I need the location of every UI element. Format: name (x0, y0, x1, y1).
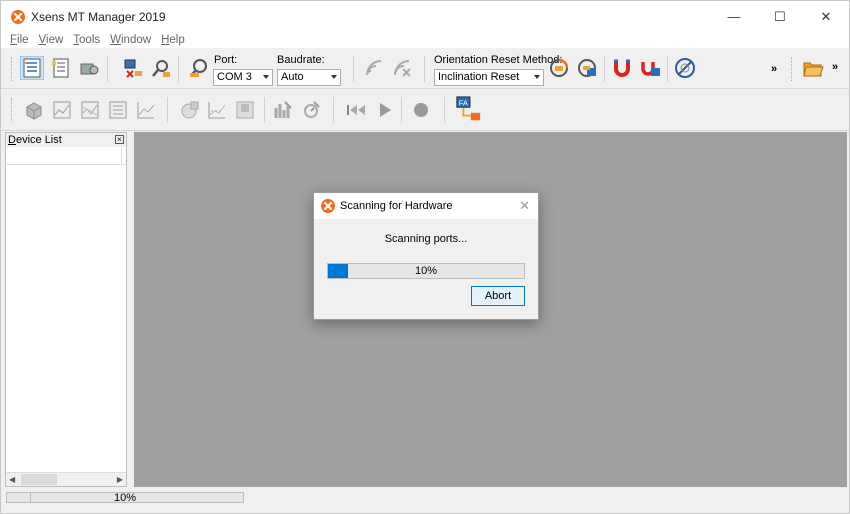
device-list-toggle-icon[interactable] (20, 56, 44, 80)
xsens-logo-icon (321, 199, 335, 213)
horizontal-scrollbar[interactable]: ◀ ▶ (6, 472, 126, 486)
baudrate-label: Baudrate: (277, 54, 325, 66)
chevron-down-icon (263, 75, 269, 79)
bar-chart-export-icon[interactable] (271, 98, 295, 122)
status-progress-text: 10% (113, 492, 137, 504)
open-file-icon[interactable] (801, 56, 825, 80)
menu-bar: File View Tools Window Help (1, 32, 849, 48)
port-label: Port: (214, 54, 238, 66)
toolbar-grip (11, 57, 14, 81)
scanning-dialog: Scanning for Hardware ✕ Scanning ports..… (313, 192, 539, 320)
close-button[interactable]: ✕ (803, 1, 849, 32)
device-list-panel: Device List × ◀ ▶ (5, 132, 127, 487)
line-graph-icon[interactable] (134, 98, 158, 122)
xsens-logo-icon (11, 9, 25, 24)
reset-orientation-icon[interactable] (547, 56, 571, 80)
title-bar: Xsens MT Manager 2019 — ☐ ✕ (1, 1, 849, 32)
disconnect-device-icon[interactable] (121, 56, 145, 80)
dialog-title-bar: Scanning for Hardware ✕ (314, 193, 538, 219)
properties-icon[interactable] (49, 56, 73, 80)
menu-tools[interactable]: Tools (73, 34, 100, 46)
menu-file[interactable]: File (10, 34, 29, 46)
gnss-view-icon[interactable] (177, 98, 201, 122)
status-data-icon[interactable] (106, 98, 130, 122)
minimize-button[interactable]: — (711, 1, 757, 32)
window-title: Xsens MT Manager 2019 (31, 9, 166, 24)
orientation-reset-label: Orientation Reset Method: (434, 54, 563, 66)
scroll-right-icon[interactable]: ▶ (117, 475, 123, 484)
magnetic-field-mapping-icon[interactable] (638, 56, 662, 80)
dialog-title: Scanning for Hardware (340, 200, 453, 212)
main-window: Xsens MT Manager 2019 — ☐ ✕ File View To… (0, 0, 850, 514)
view-toolbar: FA (1, 90, 849, 131)
wireless-disconnect-icon[interactable] (390, 56, 414, 80)
scroll-left-icon[interactable]: ◀ (9, 475, 15, 484)
orientation-graph-icon[interactable] (50, 98, 74, 122)
3d-view-icon[interactable] (22, 98, 46, 122)
toolbar-overflow-icon[interactable]: » (832, 61, 838, 73)
magnetic-field-icon[interactable] (610, 56, 634, 80)
status-progress-bar: 10% (6, 492, 244, 504)
settings-export-icon[interactable] (299, 98, 323, 122)
toolbar-overflow-icon[interactable]: » (771, 63, 777, 75)
orientation-reset-select[interactable]: Inclination Reset (434, 69, 544, 86)
scroll-thumb[interactable] (21, 474, 57, 485)
device-list-title: Device List (8, 134, 62, 146)
menu-help[interactable]: Help (161, 34, 185, 46)
maximize-button[interactable]: ☐ (757, 1, 803, 32)
inertial-data-icon[interactable] (78, 98, 102, 122)
status-bar: 10% (1, 487, 849, 513)
main-toolbar: Port: COM 3 Baudrate: Auto Orientation R… (1, 49, 849, 89)
abort-button[interactable]: Abort (471, 286, 525, 306)
port-select[interactable]: COM 3 (213, 69, 273, 86)
dialog-close-icon[interactable]: ✕ (519, 198, 530, 214)
store-orientation-icon[interactable] (575, 56, 599, 80)
device-list-header: Device List × (6, 133, 126, 147)
scan-port-icon[interactable] (187, 56, 211, 80)
wireless-icon[interactable] (362, 56, 386, 80)
play-icon[interactable] (373, 98, 397, 122)
device-list-column-header[interactable] (6, 148, 126, 165)
no-rotation-icon[interactable] (673, 56, 697, 80)
svg-text:FA: FA (459, 98, 468, 107)
menu-window[interactable]: Window (110, 34, 151, 46)
close-icon[interactable]: × (115, 135, 124, 144)
filter-assistant-icon[interactable]: FA (454, 95, 484, 125)
progress-text: 10% (414, 265, 438, 277)
device-settings-icon[interactable] (77, 56, 101, 80)
record-icon[interactable] (409, 98, 433, 122)
dialog-message: Scanning ports... (384, 233, 468, 245)
menu-view[interactable]: View (39, 34, 64, 46)
chevron-down-icon (534, 75, 540, 79)
scan-progress-bar: 10% (327, 263, 525, 279)
baudrate-select[interactable]: Auto (277, 69, 341, 86)
rewind-icon[interactable] (344, 98, 368, 122)
map-view-icon[interactable] (233, 98, 257, 122)
scan-devices-icon[interactable] (149, 56, 173, 80)
chevron-down-icon (331, 75, 337, 79)
pressure-graph-icon[interactable] (205, 98, 229, 122)
